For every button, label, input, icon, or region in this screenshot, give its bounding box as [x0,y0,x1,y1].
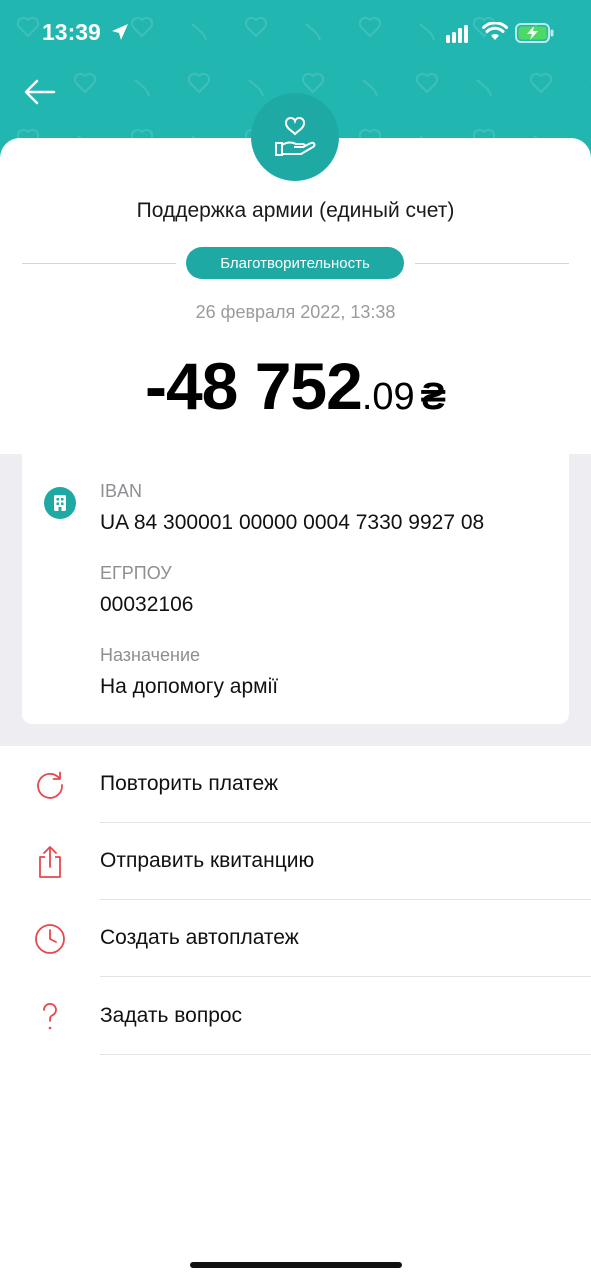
divider-left [22,263,176,264]
ask-question-label: Задать вопрос [100,1004,243,1027]
send-receipt-label: Отправить квитанцию [100,849,315,872]
purpose-value: На допомогу армії [100,675,279,698]
repeat-icon [37,771,63,799]
category-badge: Благотворительность [186,247,404,279]
cellular-signal-icon [446,25,468,43]
transaction-datetime: 26 февраля 2022, 13:38 [195,302,396,322]
currency-symbol: ₴ [420,376,447,418]
clock-icon [35,924,65,954]
details-section: IBAN UA 84 300001 00000 0004 7330 9927 0… [0,454,591,746]
repeat-payment-label: Повторить платеж [100,772,279,795]
amount-fraction: .09 [361,376,415,418]
iban-value: UA 84 300001 00000 0004 7330 9927 08 [100,511,485,534]
row-divider [100,976,591,977]
bank-building-icon [44,487,76,519]
transaction-amount: -48 752.09 ₴ [0,348,591,424]
wifi-icon [482,22,508,40]
row-divider [100,1054,591,1055]
status-time: 13:39 [42,19,101,45]
share-icon [39,846,61,878]
question-icon [43,1002,57,1030]
edrpou-label: ЕГРПОУ [100,563,172,583]
ask-question-button[interactable]: Задать вопрос [0,978,591,1055]
amount-main: -48 752 [144,349,363,423]
edrpou-value: 00032106 [100,593,194,616]
send-receipt-button[interactable]: Отправить квитанцию [0,823,591,900]
purpose-label: Назначение [100,645,201,665]
details-card: IBAN UA 84 300001 00000 0004 7330 9927 0… [22,454,569,724]
home-indicator[interactable] [190,1262,402,1268]
back-arrow-icon[interactable] [20,72,60,112]
building-icon [54,495,66,511]
create-autopay-label: Создать автоплатеж [100,926,299,949]
iban-label: IBAN [100,481,143,501]
merchant-name: Поддержка армии (единый счет) [136,199,455,222]
battery-charging-icon [515,23,554,43]
category-charity-icon [251,93,339,181]
location-arrow-icon [112,24,128,40]
heart-in-hand-icon [275,117,316,156]
create-autopay-button[interactable]: Создать автоплатеж [0,900,591,977]
repeat-payment-button[interactable]: Повторить платеж [0,746,591,823]
divider-right [415,263,569,264]
